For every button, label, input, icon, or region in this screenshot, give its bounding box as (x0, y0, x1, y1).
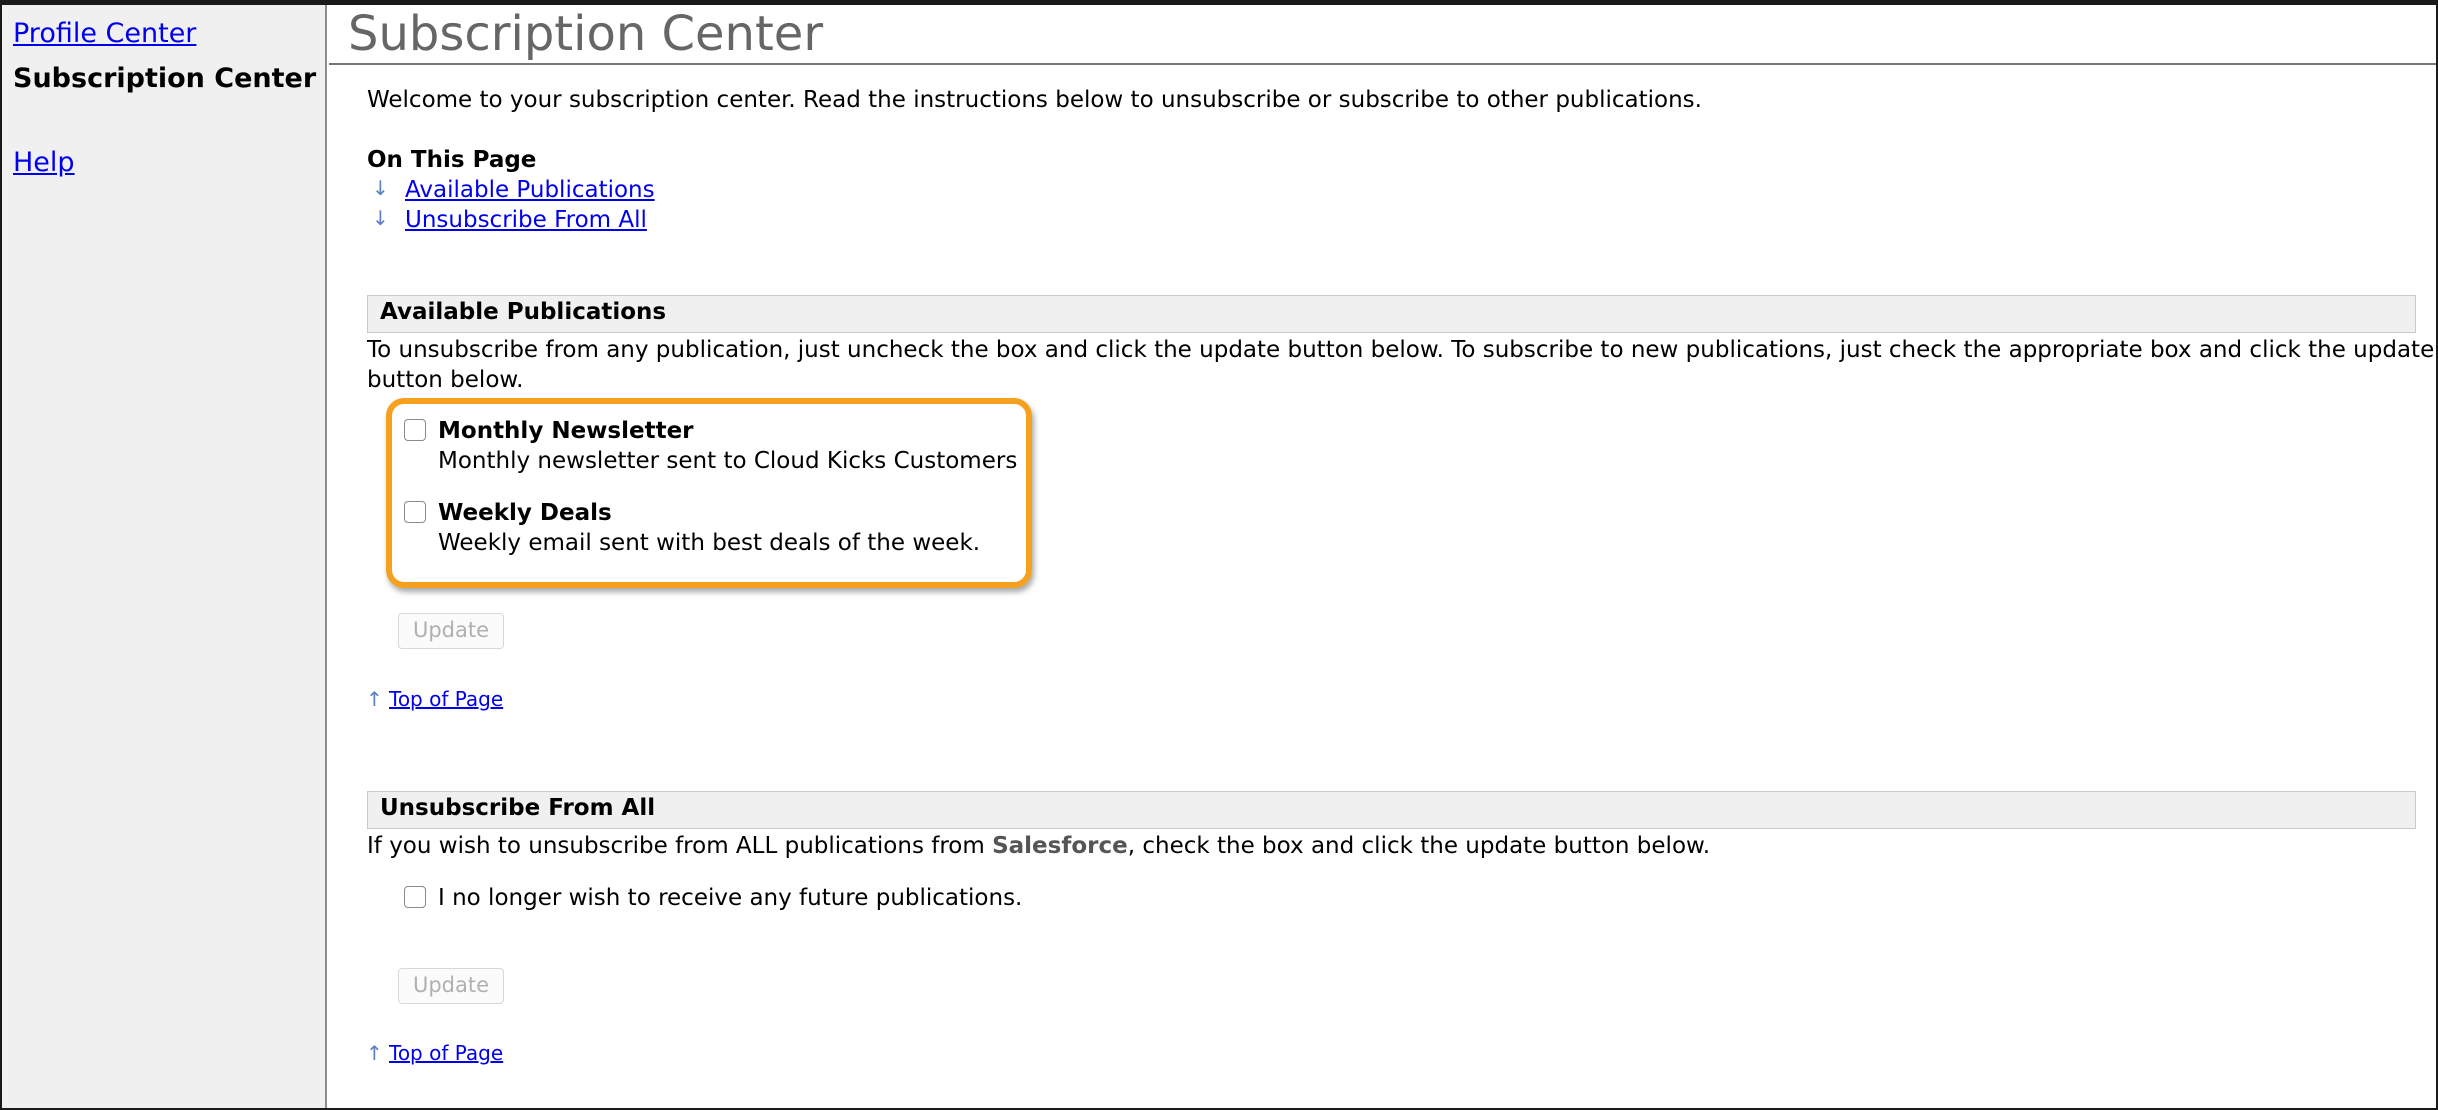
publication-name: Monthly Newsletter (438, 418, 694, 444)
instructions-text: If you wish to unsubscribe from ALL publ… (367, 833, 993, 859)
unsubscribe-all-checkbox[interactable] (404, 886, 426, 908)
sidebar-item-subscription-center[interactable]: Subscription Center (13, 63, 316, 94)
sidebar-item-help[interactable]: Help (13, 147, 75, 178)
down-arrow-icon: ↓ (372, 206, 389, 230)
section-heading: Available Publications (380, 299, 667, 325)
publications-instructions-line2: button below. (367, 367, 524, 393)
update-unsubscribe-button[interactable]: Update (398, 968, 504, 1004)
up-arrow-icon: ↑ (366, 687, 383, 711)
unsubscribe-all-section-header: Unsubscribe From All (367, 791, 2416, 829)
publications-instructions-line1: To unsubscribe from any publication, jus… (367, 337, 2435, 363)
unsubscribe-all-instructions: If you wish to unsubscribe from ALL publ… (367, 831, 1710, 861)
instructions-text: , check the box and click the update but… (1127, 833, 1711, 859)
monthly-newsletter-checkbox[interactable] (404, 419, 426, 441)
up-arrow-icon: ↑ (366, 1041, 383, 1065)
publication-description: Weekly email sent with best deals of the… (438, 530, 981, 556)
available-publications-link[interactable]: Available Publications (405, 175, 655, 205)
welcome-text: Welcome to your subscription center. Rea… (367, 87, 1702, 113)
title-divider (329, 63, 2436, 65)
unsubscribe-from-all-link[interactable]: Unsubscribe From All (405, 205, 647, 235)
main-content: Subscription Center Welcome to your subs… (329, 5, 2436, 1108)
sidebar-item-profile-center[interactable]: Profile Center (13, 18, 196, 49)
top-of-page-link[interactable]: Top of Page (389, 1041, 503, 1065)
down-arrow-icon: ↓ (372, 176, 389, 200)
update-publications-button[interactable]: Update (398, 613, 504, 649)
page-title: Subscription Center (348, 6, 824, 62)
brand-name: Salesforce (992, 833, 1128, 859)
publication-name: Weekly Deals (438, 500, 612, 526)
publication-description: Monthly newsletter sent to Cloud Kicks C… (438, 448, 1018, 474)
unsubscribe-all-checkbox-label: I no longer wish to receive any future p… (438, 885, 1023, 911)
top-of-page-link[interactable]: Top of Page (389, 687, 503, 711)
section-heading: Unsubscribe From All (380, 795, 656, 821)
available-publications-section-header: Available Publications (367, 295, 2416, 333)
on-this-page-heading: On This Page (367, 147, 537, 173)
weekly-deals-checkbox[interactable] (404, 501, 426, 523)
sidebar: Profile Center Subscription Center Help (2, 5, 327, 1108)
